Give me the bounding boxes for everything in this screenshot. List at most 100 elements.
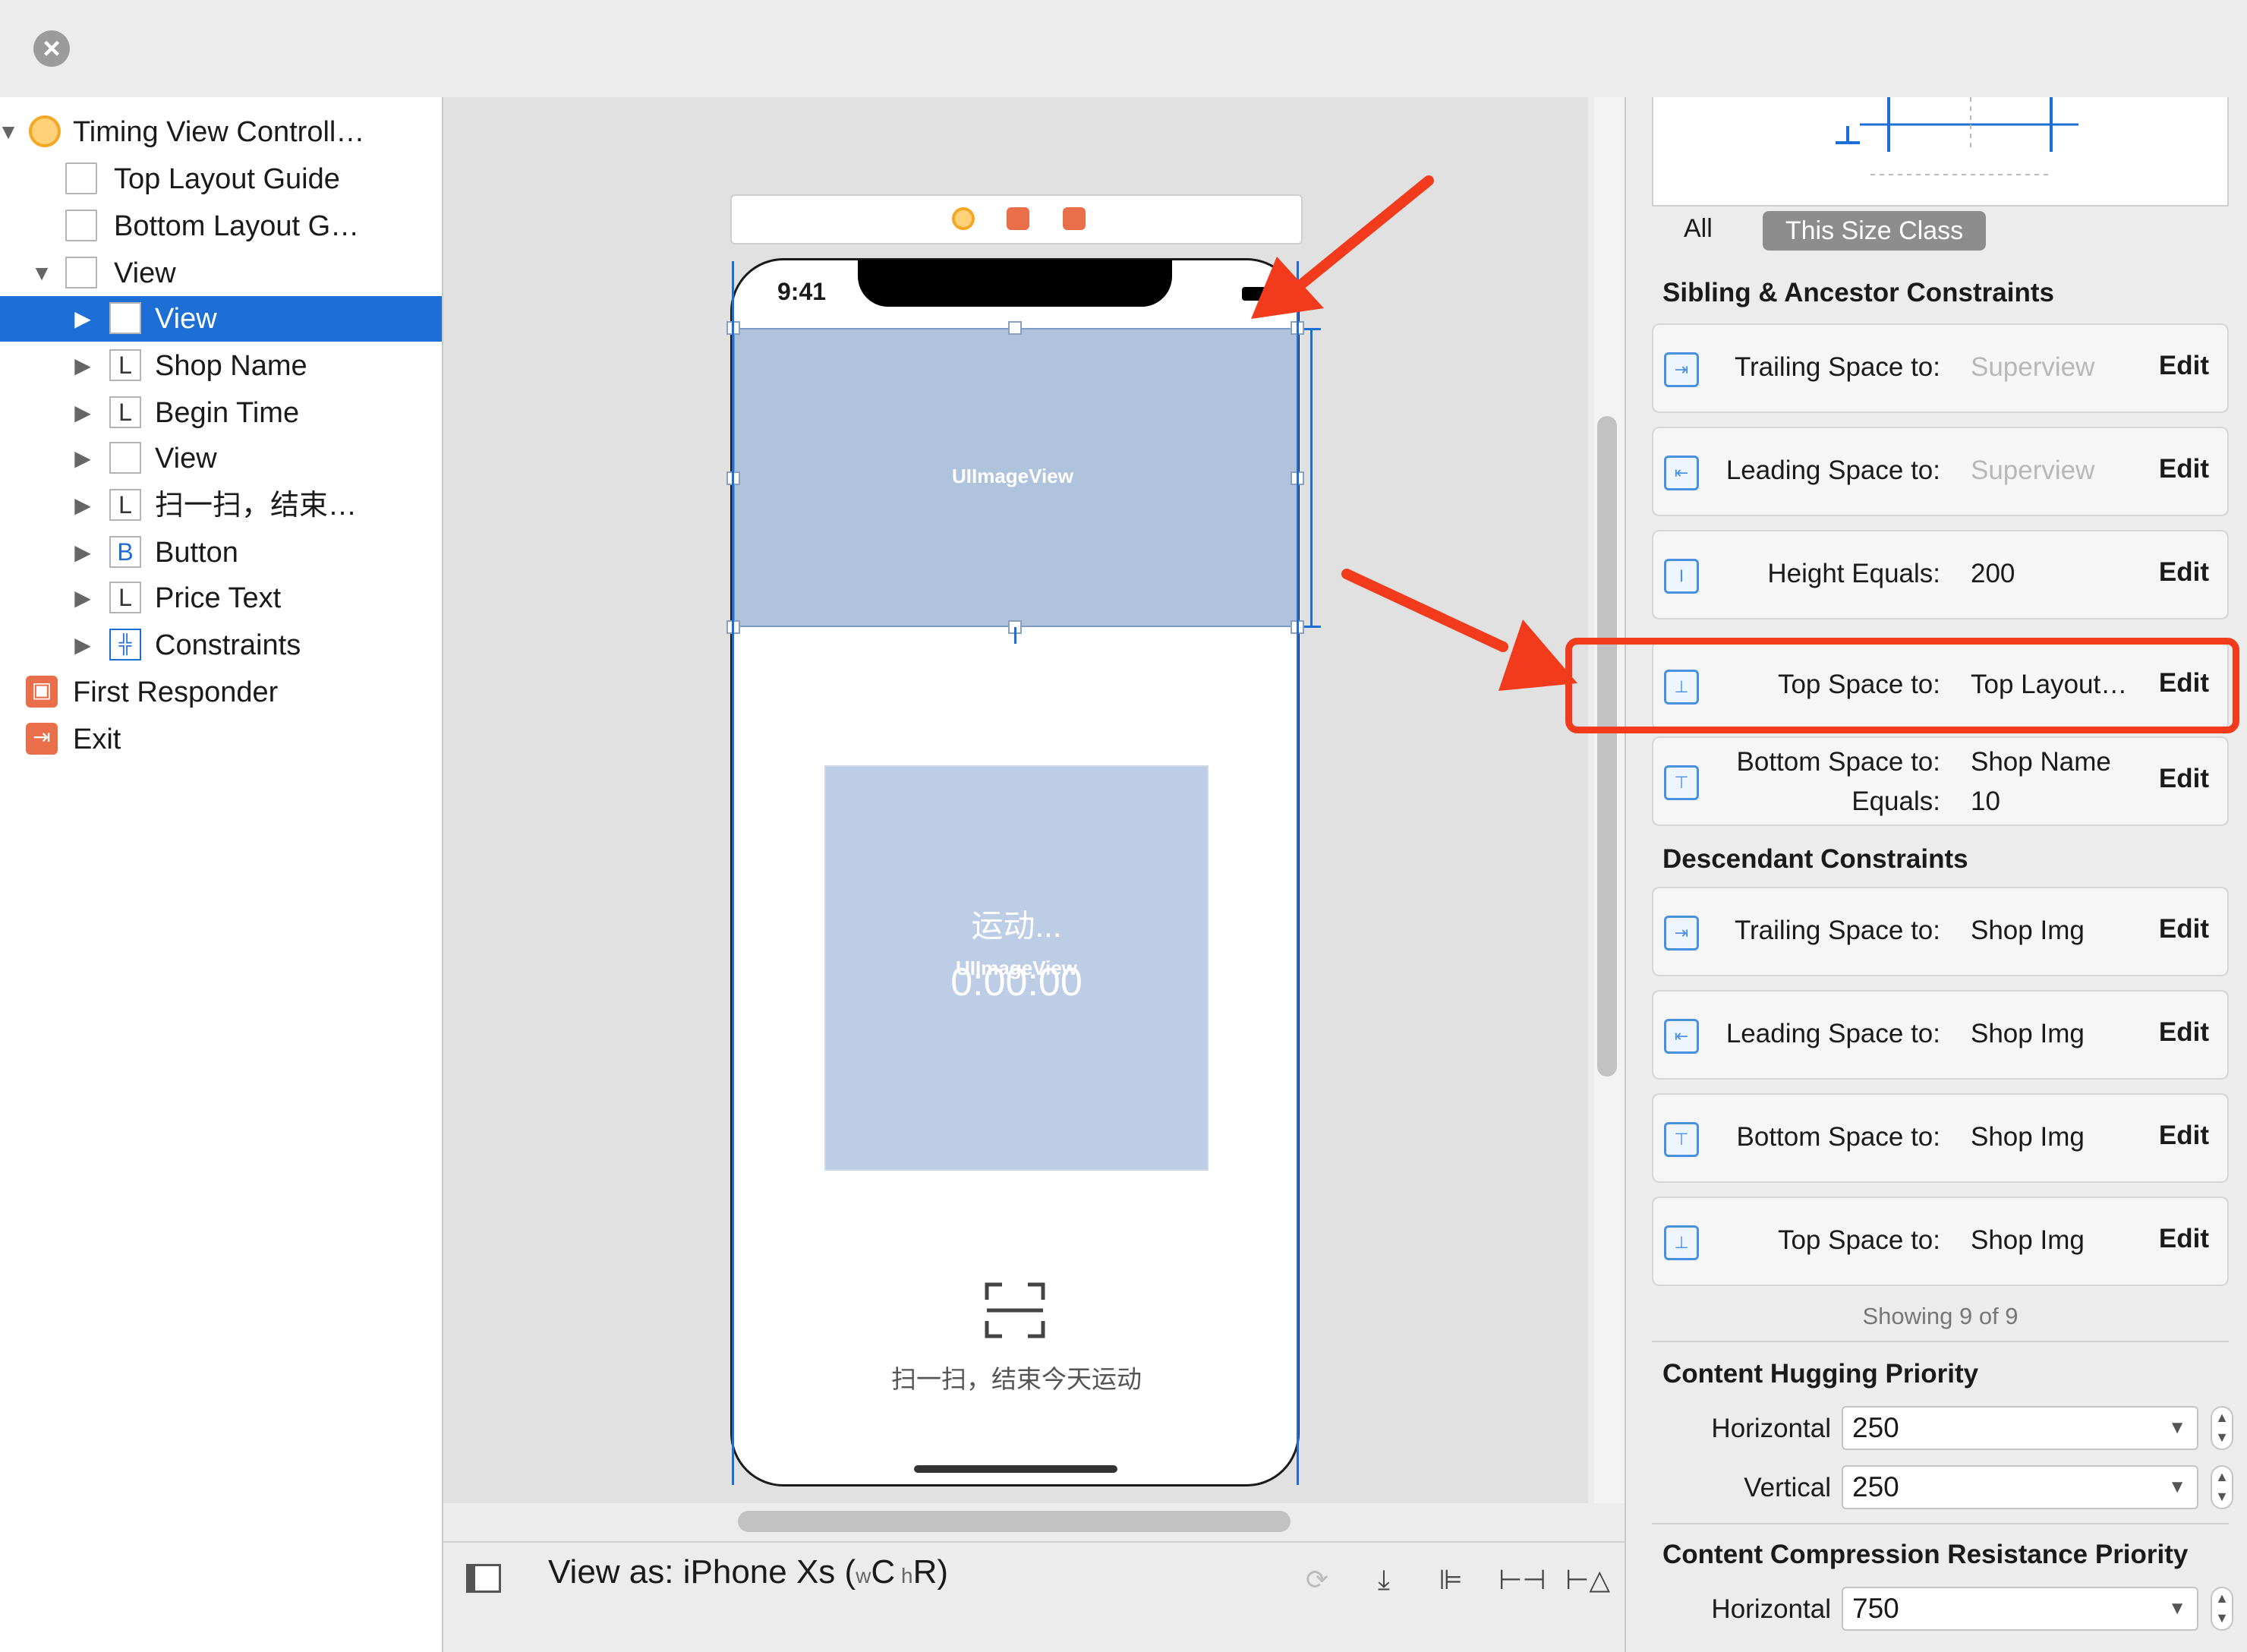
outline-item-view-selected[interactable]: ▶ View	[0, 296, 442, 342]
constraint-key: Bottom Space to:	[1736, 1122, 1940, 1152]
resize-handle[interactable]	[1008, 321, 1022, 335]
edit-button[interactable]: Edit	[2159, 1224, 2209, 1254]
constraint-row-trailing-superview[interactable]: ⇥ Trailing Space to: Superview Edit	[1652, 323, 2229, 413]
scene-dock[interactable]	[730, 194, 1303, 244]
constraint-key: Trailing Space to:	[1734, 352, 1940, 382]
descendant-heading: Descendant Constraints	[1662, 844, 1968, 874]
annotation-highlight-box	[1565, 638, 2239, 733]
view-as-device-button[interactable]: View as: iPhone Xs (wC hR)	[548, 1553, 948, 1591]
disclosure-collapsed-icon[interactable]: ▶	[71, 483, 94, 528]
close-icon[interactable]: ×	[33, 30, 70, 67]
constraint-row-leading-shop-img[interactable]: ⇤ Leading Space to: Shop Img Edit	[1652, 990, 2229, 1080]
outline-item-label: Shop Name	[155, 350, 307, 382]
constraint-row-leading-superview[interactable]: ⇤ Leading Space to: Superview Edit	[1652, 427, 2229, 516]
horizontal-scroll-thumb[interactable]	[738, 1511, 1291, 1532]
outline-item-label: View	[155, 443, 217, 474]
disclosure-collapsed-icon[interactable]: ▶	[71, 575, 94, 621]
resolve-issues-icon[interactable]: ⊢△	[1565, 1561, 1610, 1599]
hugging-vertical-select[interactable]: 250 ▼	[1842, 1465, 2198, 1509]
bottom-constraint-line	[1014, 627, 1016, 644]
width-class: C	[871, 1553, 896, 1591]
outline-item-bottom-layout-guide[interactable]: Bottom Layout G…	[0, 203, 442, 249]
outline-toggle-icon[interactable]	[466, 1564, 501, 1593]
view-controller-icon[interactable]	[952, 207, 975, 230]
disclosure-collapsed-icon[interactable]: ▶	[71, 436, 94, 481]
edit-button[interactable]: Edit	[2159, 351, 2209, 381]
disclosure-collapsed-icon[interactable]: ▶	[71, 623, 94, 668]
edit-button[interactable]: Edit	[2159, 1017, 2209, 1048]
constraint-value: 10	[1971, 787, 2000, 816]
outline-item-timing-view-controller[interactable]: ▼ Timing View Controll…	[0, 109, 442, 155]
constraint-row-bottom-shop-img[interactable]: ⊤ Bottom Space to: Shop Img Edit	[1652, 1093, 2229, 1183]
select-value: 250	[1852, 1412, 1899, 1443]
outline-item-view-root[interactable]: ▼ View	[0, 251, 442, 296]
constraint-row-trailing-shop-img[interactable]: ⇥ Trailing Space to: Shop Img Edit	[1652, 887, 2229, 976]
exit-icon[interactable]	[1063, 207, 1086, 230]
constraint-row-bottom-shop-name[interactable]: ⊤ Bottom Space to: Shop Name Equals: 10 …	[1652, 736, 2229, 826]
constraint-value: Shop Img	[1971, 1019, 2085, 1048]
phone-notch	[858, 260, 1172, 307]
hugging-horizontal-select[interactable]: 250 ▼	[1842, 1406, 2198, 1450]
constraint-key: Leading Space to:	[1725, 1019, 1940, 1048]
vertical-scroll-thumb[interactable]	[1597, 416, 1617, 1077]
disclosure-collapsed-icon[interactable]: ▶	[71, 390, 94, 436]
outline-item-label: Begin Time	[155, 397, 300, 429]
disclosure-collapsed-icon[interactable]: ▶	[71, 343, 94, 389]
outline-item-shop-name[interactable]: ▶ L Shop Name	[0, 343, 442, 389]
edit-button[interactable]: Edit	[2159, 764, 2209, 794]
view-controller-icon	[29, 115, 61, 147]
edit-button[interactable]: Edit	[2159, 454, 2209, 484]
constraint-key: Top Space to:	[1777, 1225, 1940, 1255]
add-constraints-icon[interactable]: ⊢⊣	[1499, 1561, 1546, 1599]
outline-item-begin-time[interactable]: ▶ L Begin Time	[0, 390, 442, 436]
outline-item-label: Exit	[73, 724, 121, 755]
disclosure-collapsed-icon[interactable]: ▶	[71, 296, 94, 342]
outline-item-constraints[interactable]: ▶ ╬ Constraints	[0, 623, 442, 668]
outline-item-top-layout-guide[interactable]: Top Layout Guide	[0, 156, 442, 202]
view-icon	[109, 442, 141, 474]
outline-item-label: 扫一扫，结束…	[155, 490, 358, 522]
compression-horizontal-stepper[interactable]: ▲ ▼	[2211, 1587, 2233, 1631]
constraint-preview	[1652, 97, 2229, 206]
size-class-tab-this[interactable]: This Size Class	[1763, 211, 1986, 251]
chevron-down-icon: ▼	[2168, 1477, 2186, 1497]
outline-item-button[interactable]: ▶ B Button	[0, 530, 442, 575]
outline-item-label: Constraints	[155, 629, 301, 661]
disclosure-collapsed-icon[interactable]: ▶	[71, 530, 94, 575]
outline-item-label: Button	[155, 537, 238, 569]
disclosure-expanded-icon[interactable]: ▼	[30, 251, 53, 296]
outline-item-view[interactable]: ▶ View	[0, 436, 442, 481]
motion-title-label: 运动...	[971, 908, 1062, 944]
shop-image-view[interactable]: UIImageView	[733, 328, 1298, 627]
hugging-horizontal-stepper[interactable]: ▲ ▼	[2211, 1406, 2233, 1450]
edit-button[interactable]: Edit	[2159, 557, 2209, 588]
hugging-horizontal-label: Horizontal	[1711, 1414, 1831, 1443]
outline-item-first-responder[interactable]: ▣ First Responder	[0, 670, 442, 715]
disclosure-expanded-icon[interactable]: ▼	[0, 109, 20, 155]
outline-item-scan-label[interactable]: ▶ L 扫一扫，结束…	[0, 483, 442, 528]
constraint-value: 200	[1971, 559, 2015, 588]
constraint-row-top-shop-img[interactable]: ⊥ Top Space to: Shop Img Edit	[1652, 1196, 2229, 1286]
outline-item-exit[interactable]: ⇥ Exit	[0, 717, 442, 762]
first-responder-icon[interactable]	[1007, 207, 1029, 230]
edit-button[interactable]: Edit	[2159, 1121, 2209, 1151]
scan-icon[interactable]	[984, 1282, 1046, 1339]
compression-horizontal-select[interactable]: 750 ▼	[1842, 1587, 2198, 1631]
chevron-down-icon: ▼	[2168, 1598, 2186, 1619]
edit-button[interactable]: Edit	[2159, 914, 2209, 944]
constraint-row-height[interactable]: I Height Equals: 200 Edit	[1652, 530, 2229, 620]
hugging-vertical-stepper[interactable]: ▲ ▼	[2211, 1465, 2233, 1509]
document-outline: ▼ Timing View Controll… Top Layout Guide…	[0, 97, 443, 1652]
size-class-tab-all[interactable]: All	[1684, 214, 1713, 244]
constraint-key: Height Equals:	[1767, 559, 1940, 588]
outline-item-label: View	[155, 303, 217, 335]
constraint-value: Superview	[1971, 456, 2095, 485]
constraint-value: Shop Img	[1971, 1225, 2085, 1255]
update-frames-icon[interactable]: ⟳	[1298, 1561, 1336, 1599]
constraint-preview-diagram	[1836, 97, 2078, 175]
embed-in-stack-icon[interactable]: ⤓	[1365, 1561, 1403, 1599]
outline-item-price-text[interactable]: ▶ L Price Text	[0, 575, 442, 621]
outline-item-label: Timing View Controll…	[73, 116, 365, 148]
align-icon[interactable]: ⊫	[1432, 1561, 1470, 1599]
leading-space-icon: ⇤	[1664, 456, 1699, 490]
